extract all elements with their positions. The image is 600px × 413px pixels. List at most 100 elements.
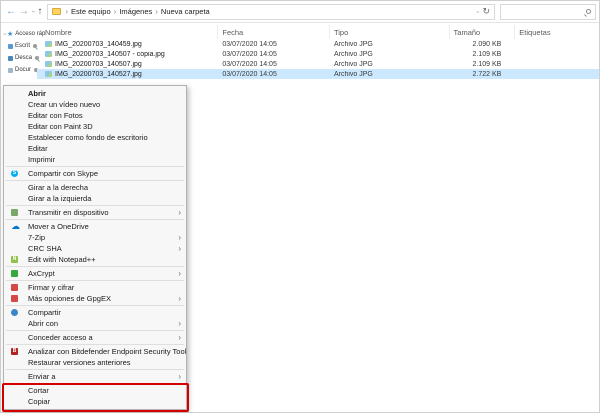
file-row[interactable]: IMG_20200703_140527.jpg03/07/2020 14:05A… [37,69,599,79]
refresh-icon[interactable]: ↻ [482,6,490,17]
column-header-fecha[interactable]: Fecha [218,25,330,39]
up-button[interactable]: ↑ [37,7,42,17]
file-name: IMG_20200703_140459.jpg [55,41,142,48]
file-size: 2.722 KB [450,71,516,78]
skype-icon [11,170,18,177]
expander-chevron-icon[interactable]: › [1,33,7,35]
address-dropdown-icon[interactable]: › [474,11,480,13]
menu-item-abrir[interactable]: Abrir [4,88,186,99]
forward-button[interactable]: → [19,7,29,17]
menu-item-label: Editar con Fotos [28,111,83,120]
menu-item-girar-a-la-derecha[interactable]: Girar a la derecha [4,182,186,193]
menu-separator [6,166,184,167]
file-name-cell: IMG_20200703_140507.jpg [37,61,218,68]
file-date: 03/07/2020 14:05 [218,51,330,58]
menu-item-crc-sha[interactable]: CRC SHA› [4,243,186,254]
menu-item-label: Cortar [28,386,49,395]
sidebar-item-desca[interactable]: Desca [1,52,41,64]
menu-item-abrir-con[interactable]: Abrir con› [4,318,186,329]
menu-item-establecer-como-fondo-de-escritorio[interactable]: Establecer como fondo de escritorio [4,132,186,143]
desktop-icon [8,44,13,49]
search-box[interactable] [500,4,596,20]
menu-item-editar[interactable]: Editar [4,143,186,154]
menu-item-conceder-acceso-a[interactable]: Conceder acceso a› [4,332,186,343]
sidebar-item-acceso-r-p[interactable]: ›Acceso ráp [1,28,41,40]
column-header-tamano[interactable]: Tamaño [450,25,516,39]
star-icon [7,31,13,38]
menu-item-edit-with-notepad[interactable]: Edit with Notepad++ [4,254,186,265]
menu-item-label: Mover a OneDrive [28,222,89,231]
menu-item-copiar[interactable]: Copiar [4,396,186,407]
file-name: IMG_20200703_140507.jpg [55,61,142,68]
menu-item-enviar-a[interactable]: Enviar a› [4,371,186,382]
menu-item-label: Imprimir [28,155,55,164]
submenu-arrow-icon: › [178,293,181,304]
recent-locations-chevron-icon[interactable]: › [32,8,34,15]
menu-item-label: Crear un vídeo nuevo [28,100,100,109]
sidebar-item-docur[interactable]: Docur [1,64,41,76]
menu-item-restaurar-versiones-anteriores[interactable]: Restaurar versiones anteriores [4,357,186,368]
menu-item-editar-con-fotos[interactable]: Editar con Fotos [4,110,186,121]
file-name-cell: IMG_20200703_140507 - copia.jpg [37,51,218,58]
notepadpp-icon [11,256,18,263]
menu-item-label: Establecer como fondo de escritorio [28,133,148,142]
menu-item-7-zip[interactable]: 7-Zip› [4,232,186,243]
search-input[interactable] [501,9,585,23]
menu-item-transmitir-en-dispositivo[interactable]: Transmitir en dispositivo› [4,207,186,218]
file-row[interactable]: IMG_20200703_140507.jpg03/07/2020 14:05A… [37,59,599,69]
file-row[interactable]: IMG_20200703_140507 - copia.jpg03/07/202… [37,49,599,59]
back-button[interactable]: ← [6,7,16,17]
column-header-tipo[interactable]: Tipo [330,25,450,39]
menu-item-label: AxCrypt [28,269,55,278]
search-icon [586,9,591,14]
menu-item-analizar-con-bitdefender-endpoint-security-tools[interactable]: Analizar con Bitdefender Endpoint Securi… [4,346,186,357]
column-header-etiquetas[interactable]: Etiquetas [515,25,599,39]
menu-item-crear-un-v-deo-nuevo[interactable]: Crear un vídeo nuevo [4,99,186,110]
sidebar-item-label: Docur [15,67,31,73]
file-name-cell: IMG_20200703_140459.jpg [37,41,218,48]
bitdefender-icon [11,348,18,355]
breadcrumb-este-equipo[interactable]: Este equipo [69,7,113,16]
explorer-window: ← → › ↑ › Este equipo › Imágenes › Nueva… [0,0,600,413]
menu-item-firmar-y-cifrar[interactable]: Firmar y cifrar [4,282,186,293]
navigation-bar: ← → › ↑ › Este equipo › Imágenes › Nueva… [1,1,599,23]
menu-item-girar-a-la-izquierda[interactable]: Girar a la izquierda [4,193,186,204]
menu-item-label: Girar a la derecha [28,183,88,192]
file-size: 2.109 KB [450,51,516,58]
menu-separator [6,266,184,267]
menu-item-cortar[interactable]: Cortar [4,385,186,396]
menu-item-m-s-opciones-de-gpgex[interactable]: Más opciones de GpgEX› [4,293,186,304]
file-type: Archivo JPG [330,71,450,78]
file-size: 2.090 KB [450,41,516,48]
menu-item-label: Edit with Notepad++ [28,255,96,264]
menu-item-label: Enviar a [28,372,56,381]
gpg-icon [11,295,18,302]
menu-separator [6,280,184,281]
menu-item-compartir-con-skype[interactable]: Compartir con Skype [4,168,186,179]
menu-separator [6,180,184,181]
menu-item-mover-a-onedrive[interactable]: Mover a OneDrive [4,221,186,232]
menu-item-imprimir[interactable]: Imprimir [4,154,186,165]
menu-item-label: Abrir con [28,319,58,328]
column-header-nombre[interactable]: Nombre [37,25,218,39]
menu-item-axcrypt[interactable]: AxCrypt› [4,268,186,279]
menu-item-compartir[interactable]: Compartir [4,307,186,318]
menu-separator [6,330,184,331]
file-row[interactable]: IMG_20200703_140459.jpg03/07/2020 14:05A… [37,39,599,49]
menu-separator [6,205,184,206]
breadcrumb-nueva-carpeta[interactable]: Nueva carpeta [159,7,212,16]
onedrive-icon [11,223,18,230]
file-type: Archivo JPG [330,61,450,68]
breadcrumb-imagenes[interactable]: Imágenes [117,7,154,16]
address-bar[interactable]: › Este equipo › Imágenes › Nueva carpeta… [47,4,495,20]
sidebar: ›Acceso rápEscritDesca Docur [1,28,41,76]
sidebar-item-escrit[interactable]: Escrit [1,40,41,52]
menu-item-editar-con-paint-3d[interactable]: Editar con Paint 3D [4,121,186,132]
menu-item-label: Editar con Paint 3D [28,122,93,131]
image-file-icon [45,71,52,77]
nav-buttons: ← → › ↑ [1,7,47,17]
menu-item-label: 7-Zip [28,233,45,242]
column-headers: Nombre Fecha Tipo Tamaño Etiquetas [37,25,599,39]
downloads-icon [8,56,13,61]
menu-item-label: Copiar [28,397,50,406]
